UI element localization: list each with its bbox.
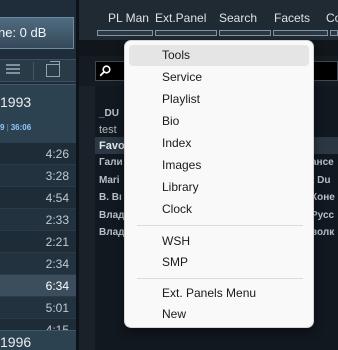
tab-bar: PL Man Ext.Panel Search Facets Co bbox=[79, 0, 338, 40]
menu-item-tools[interactable]: Tools bbox=[129, 45, 309, 66]
content-line[interactable]: Гали bbox=[99, 157, 123, 168]
content-line[interactable]: _DU bbox=[99, 108, 119, 119]
menu-item-playlist[interactable]: Playlist bbox=[129, 89, 309, 110]
menu-item-smp[interactable]: SMP bbox=[129, 252, 309, 273]
tab-facets[interactable]: Facets bbox=[274, 11, 310, 25]
content-line-tail: ансе bbox=[311, 157, 334, 168]
album-duration: 36:06 bbox=[10, 123, 32, 132]
track-row[interactable]: 3:28 bbox=[0, 165, 76, 187]
tab-indicator bbox=[97, 30, 153, 36]
album-track-count: 9 bbox=[0, 123, 5, 132]
track-duration: 5:01 bbox=[45, 301, 69, 315]
track-list: 4:26 3:28 4:54 2:33 2:21 2:34 6:34 5:01 … bbox=[0, 143, 76, 341]
content-line-tail: волк bbox=[311, 227, 335, 238]
content-line[interactable]: B. Bı bbox=[99, 192, 122, 203]
menu-separator bbox=[137, 278, 303, 279]
maximize-icon[interactable] bbox=[46, 61, 60, 77]
track-duration: 4:54 bbox=[45, 191, 69, 205]
volume-label: ne: 0 dB bbox=[0, 25, 47, 40]
content-line-tail: Коне bbox=[311, 192, 335, 203]
volume-display[interactable]: ne: 0 dB bbox=[0, 17, 74, 49]
album-year: 1993 bbox=[0, 94, 32, 110]
menu-separator bbox=[137, 225, 303, 226]
content-line[interactable]: Mari bbox=[99, 175, 120, 186]
tab-co[interactable]: Co bbox=[326, 11, 338, 25]
menu-item-images[interactable]: Images bbox=[129, 155, 309, 176]
track-row[interactable]: 4:26 bbox=[0, 143, 76, 165]
tab-indicator bbox=[330, 30, 338, 36]
menu-item-library[interactable]: Library bbox=[129, 177, 309, 198]
track-row[interactable]: 2:33 bbox=[0, 209, 76, 231]
track-row[interactable]: 2:34 bbox=[0, 253, 76, 275]
menu-item-new[interactable]: New bbox=[129, 304, 309, 325]
left-playlist-panel: ne: 0 dB 1993 9 | 36:06 4:26 3:28 4:54 2:3… bbox=[0, 0, 76, 350]
content-line[interactable]: test bbox=[99, 124, 117, 136]
tab-pl-man[interactable]: PL Man bbox=[108, 11, 149, 25]
track-duration: 4:26 bbox=[45, 147, 69, 161]
context-menu: Tools Service Playlist Bio Index Images … bbox=[124, 40, 314, 328]
menu-item-ext-panels-menu[interactable]: Ext. Panels Menu bbox=[129, 283, 309, 304]
tab-search[interactable]: Search bbox=[219, 11, 257, 25]
track-duration: 6:34 bbox=[45, 279, 69, 293]
content-line-tail: Русс bbox=[311, 210, 335, 221]
menu-item-wsh[interactable]: WSH bbox=[129, 231, 309, 252]
tab-indicator bbox=[219, 30, 271, 36]
tab-indicator bbox=[155, 30, 217, 36]
track-row[interactable]: 5:01 bbox=[0, 297, 76, 319]
track-row[interactable]: 4:54 bbox=[0, 187, 76, 209]
toolbar-divider bbox=[33, 62, 34, 80]
content-line-selected[interactable]: Favo bbox=[99, 140, 125, 152]
track-duration: 2:21 bbox=[45, 235, 69, 249]
album-header[interactable]: 1993 9 | 36:06 bbox=[0, 84, 76, 144]
menu-item-service[interactable]: Service bbox=[129, 67, 309, 88]
search-icon[interactable] bbox=[99, 65, 111, 77]
album-header[interactable]: 1996 bbox=[0, 330, 76, 350]
panel-toolbar bbox=[0, 59, 76, 82]
tab-indicator bbox=[273, 30, 328, 36]
track-duration: 3:28 bbox=[45, 169, 69, 183]
list-view-icon[interactable] bbox=[6, 64, 20, 77]
content-line[interactable]: Влад bbox=[99, 227, 124, 238]
menu-item-bio[interactable]: Bio bbox=[129, 111, 309, 132]
track-row[interactable]: 2:21 bbox=[0, 231, 76, 253]
track-row-playing[interactable]: 6:34 bbox=[0, 275, 76, 297]
track-duration: 2:34 bbox=[45, 257, 69, 271]
tab-ext-panel[interactable]: Ext.Panel bbox=[155, 11, 206, 25]
menu-item-index[interactable]: Index bbox=[129, 133, 309, 154]
track-duration: 2:33 bbox=[45, 213, 69, 227]
content-line[interactable]: Влад bbox=[99, 210, 124, 221]
tab-indicators bbox=[97, 30, 338, 36]
menu-item-clock[interactable]: Clock bbox=[129, 199, 309, 220]
album-meta: 9 | 36:06 bbox=[0, 123, 32, 132]
album-year: 1996 bbox=[0, 334, 32, 350]
